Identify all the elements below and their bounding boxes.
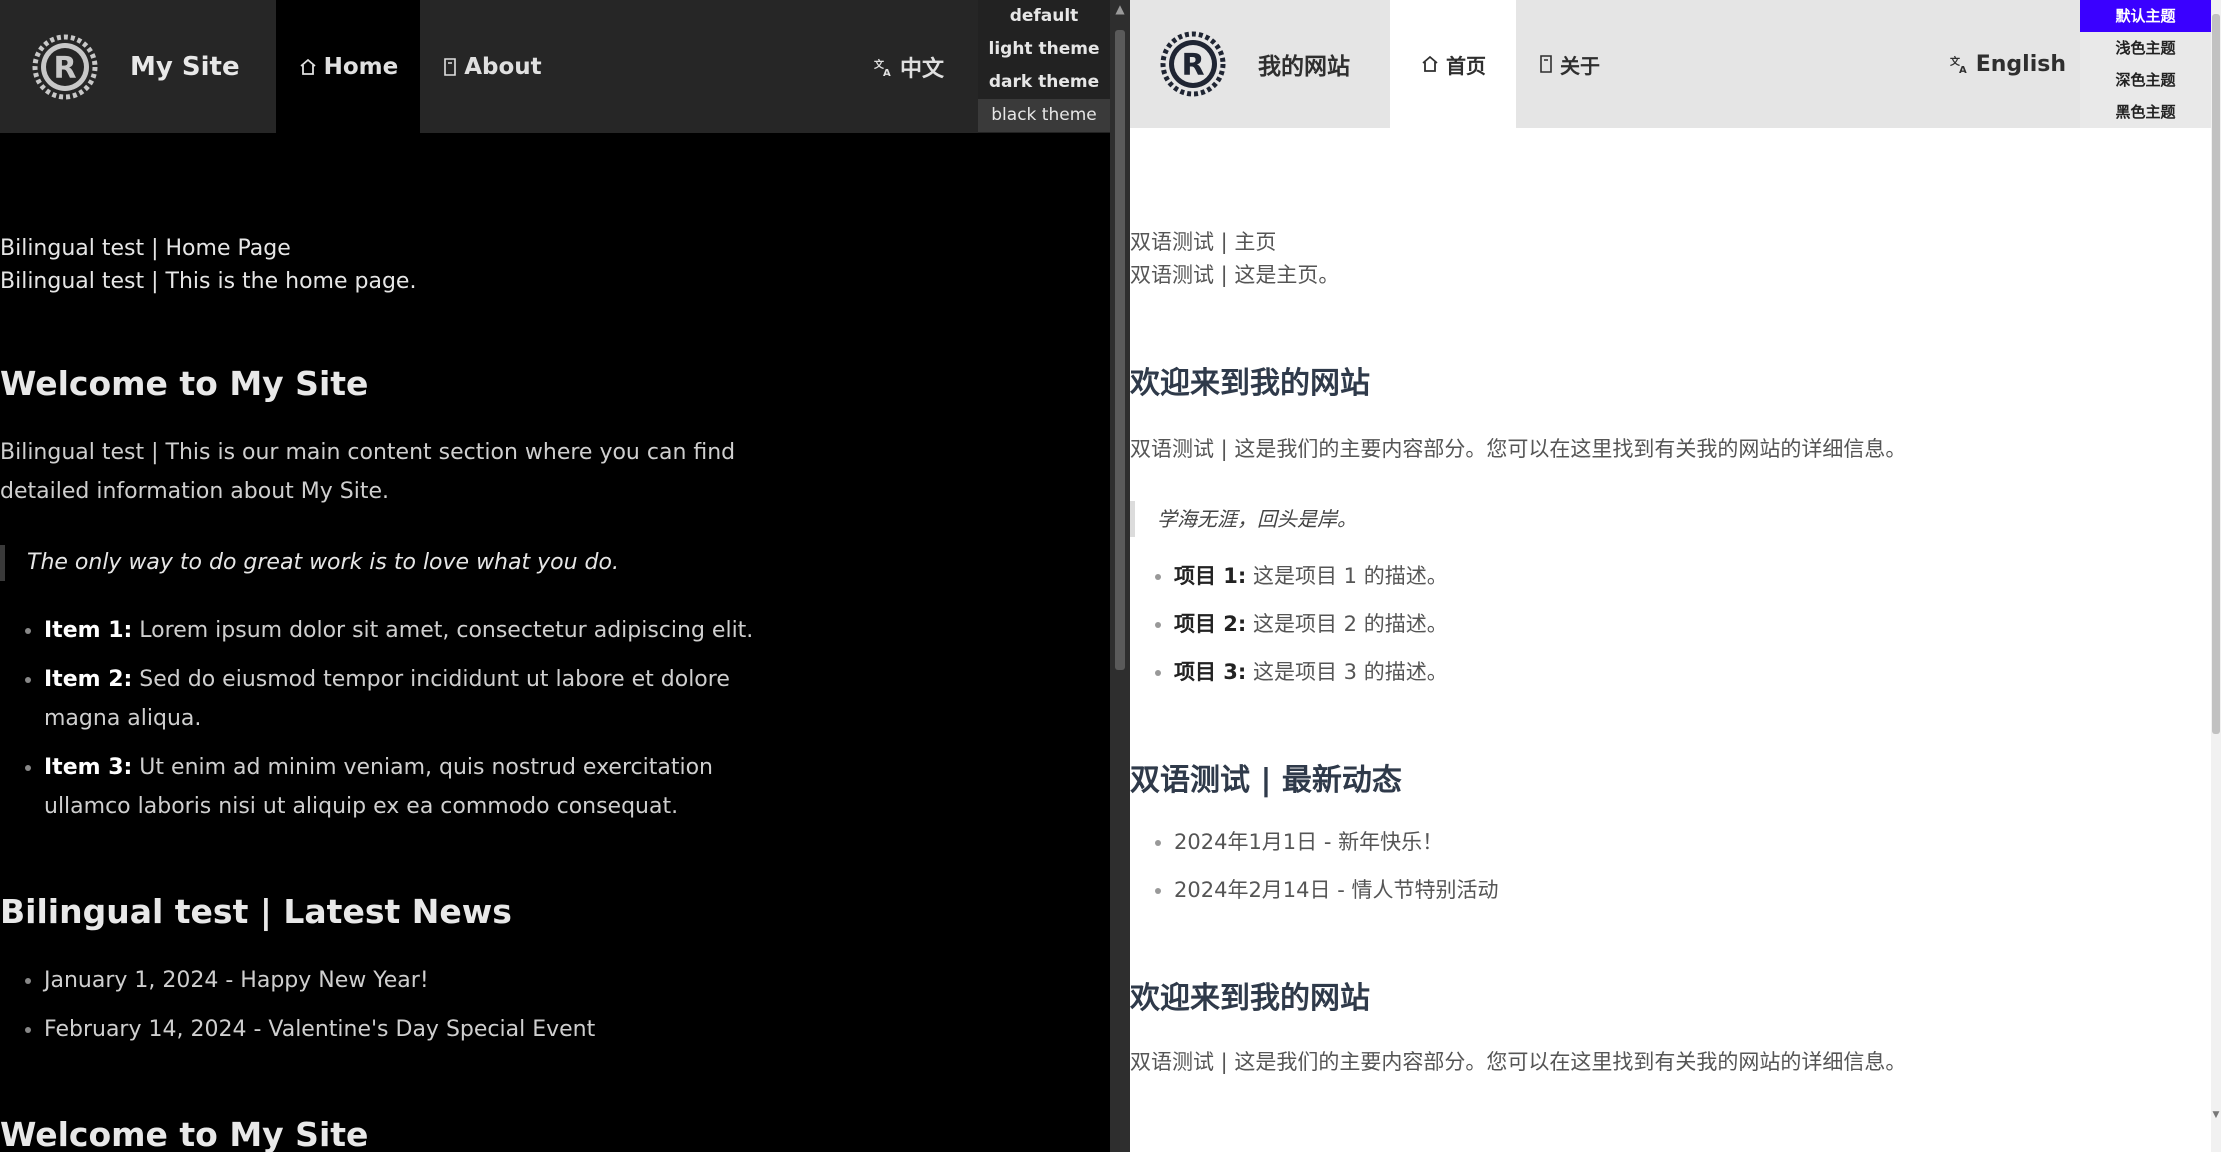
nav-home[interactable]: 首页 xyxy=(1390,0,1516,128)
site-header: R 我的网站 首页 关于 文A English 默认主题 浅色主题 深色主题 黑… xyxy=(1130,0,2211,128)
list-item: 项目 2: 这是项目 2 的描述。 xyxy=(1174,607,2130,641)
rust-logo-icon: R xyxy=(1160,31,1226,97)
quote: 学海无涯，回头是岸。 xyxy=(1130,501,2130,537)
quote: The only way to do great work is to love… xyxy=(0,545,800,581)
translate-icon: 文A xyxy=(874,57,894,77)
svg-text:A: A xyxy=(1959,65,1967,74)
language-label: 中文 xyxy=(899,56,944,82)
rust-logo-icon: R xyxy=(32,34,98,99)
list-item: Item 1: Lorem ipsum dolor sit amet, cons… xyxy=(44,611,800,650)
item-list: Item 1: Lorem ipsum dolor sit amet, cons… xyxy=(0,611,800,826)
home-icon xyxy=(1420,54,1440,74)
welcome-paragraph: 双语测试 | 这是我们的主要内容部分。您可以在这里找到有关我的网站的详细信息。 xyxy=(1130,437,1907,461)
list-item: 项目 3: 这是项目 3 的描述。 xyxy=(1174,655,2130,689)
svg-text:A: A xyxy=(883,68,891,77)
news-heading: 双语测试 | 最新动态 xyxy=(1130,763,1402,798)
site-logo[interactable]: R xyxy=(1160,0,1226,128)
home-icon xyxy=(298,57,318,77)
theme-option-default[interactable]: 默认主题 xyxy=(2080,0,2211,32)
news-heading: Bilingual test | Latest News xyxy=(0,892,512,931)
language-switch[interactable]: 文A English xyxy=(1950,0,2066,128)
intro-line-1: 双语测试 | 主页 xyxy=(1130,230,1277,254)
scroll-up-arrow-icon[interactable]: ▲ xyxy=(1114,2,1126,16)
news-item: 2024年1月1日 - 新年快乐！ xyxy=(1174,825,2130,859)
nav-about[interactable]: About xyxy=(420,0,563,133)
scrollbar-thumb[interactable] xyxy=(1115,30,1125,670)
book-icon xyxy=(1538,54,1554,74)
nav-home-label: Home xyxy=(323,53,399,80)
news-list: January 1, 2024 - Happy New Year! Februa… xyxy=(0,961,800,1049)
theme-option-light[interactable]: light theme xyxy=(978,33,1110,66)
news-list: 2024年1月1日 - 新年快乐！ 2024年2月14日 - 情人节特别活动 xyxy=(1130,825,2130,907)
welcome-paragraph: Bilingual test | This is our main conten… xyxy=(0,440,736,504)
site-title[interactable]: My Site xyxy=(130,52,240,82)
site-logo[interactable]: R xyxy=(32,0,98,133)
news-item: 2024年2月14日 - 情人节特别活动 xyxy=(1174,873,2130,907)
list-item: Item 3: Ut enim ad minim veniam, quis no… xyxy=(44,748,800,826)
language-switch[interactable]: 文A 中文 xyxy=(874,0,944,133)
site-title[interactable]: 我的网站 xyxy=(1258,47,1350,81)
translate-icon: 文A xyxy=(1950,54,1970,74)
nav-home-label: 首页 xyxy=(1446,53,1486,78)
language-label: English xyxy=(1975,51,2066,77)
welcome-heading: Welcome to My Site xyxy=(0,364,369,403)
svg-text:R: R xyxy=(1181,48,1204,83)
theme-option-black[interactable]: 黑色主题 xyxy=(2080,96,2211,128)
left-scrollbar[interactable]: ▲ xyxy=(1110,0,1130,1152)
theme-option-default[interactable]: default xyxy=(978,0,1110,33)
theme-option-dark[interactable]: dark theme xyxy=(978,66,1110,99)
theme-menu: default light theme dark theme black the… xyxy=(978,0,1110,133)
news-item: February 14, 2024 - Valentine's Day Spec… xyxy=(44,1010,800,1049)
english-pane: R My Site Home About 文A 中文 default light… xyxy=(0,0,1110,1152)
book-icon xyxy=(442,57,458,77)
welcome-heading-repeat: Welcome to My Site xyxy=(0,1115,369,1152)
welcome-heading-repeat: 欢迎来到我的网站 xyxy=(1130,981,1370,1016)
news-item: January 1, 2024 - Happy New Year! xyxy=(44,961,800,1000)
welcome-heading: 欢迎来到我的网站 xyxy=(1130,366,1370,401)
list-item: 项目 1: 这是项目 1 的描述。 xyxy=(1174,559,2130,593)
scroll-down-arrow-icon[interactable]: ▼ xyxy=(2211,1110,2221,1120)
nav-home[interactable]: Home xyxy=(275,0,421,133)
theme-option-light[interactable]: 浅色主题 xyxy=(2080,32,2211,64)
list-item: Item 2: Sed do eiusmod tempor incididunt… xyxy=(44,660,800,738)
main-content: 双语测试 | 主页 双语测试 | 这是主页。 欢迎来到我的网站 双语测试 | 这… xyxy=(1130,226,2130,1082)
main-content: Bilingual test | Home Page Bilingual tes… xyxy=(0,232,800,1152)
theme-option-dark[interactable]: 深色主题 xyxy=(2080,64,2211,96)
intro-line-2: 双语测试 | 这是主页。 xyxy=(1130,263,1340,287)
scrollbar-thumb[interactable] xyxy=(2212,14,2220,734)
intro-line-1: Bilingual test | Home Page xyxy=(0,236,291,261)
chinese-pane: R 我的网站 首页 关于 文A English 默认主题 浅色主题 深色主题 黑… xyxy=(1130,0,2211,1152)
nav-about-label: About xyxy=(464,53,542,80)
theme-option-black[interactable]: black theme xyxy=(978,99,1110,132)
svg-text:R: R xyxy=(53,51,76,86)
nav-about[interactable]: 关于 xyxy=(1516,0,1622,128)
intro-line-2: Bilingual test | This is the home page. xyxy=(0,269,417,294)
theme-menu: 默认主题 浅色主题 深色主题 黑色主题 xyxy=(2080,0,2211,128)
site-header: R My Site Home About 文A 中文 default light… xyxy=(0,0,1110,133)
right-scrollbar[interactable]: ▼ xyxy=(2211,0,2221,1152)
item-list: 项目 1: 这是项目 1 的描述。 项目 2: 这是项目 2 的描述。 项目 3… xyxy=(1130,559,2130,689)
nav-about-label: 关于 xyxy=(1560,53,1600,78)
welcome-paragraph-repeat: 双语测试 | 这是我们的主要内容部分。您可以在这里找到有关我的网站的详细信息。 xyxy=(1130,1050,1907,1074)
